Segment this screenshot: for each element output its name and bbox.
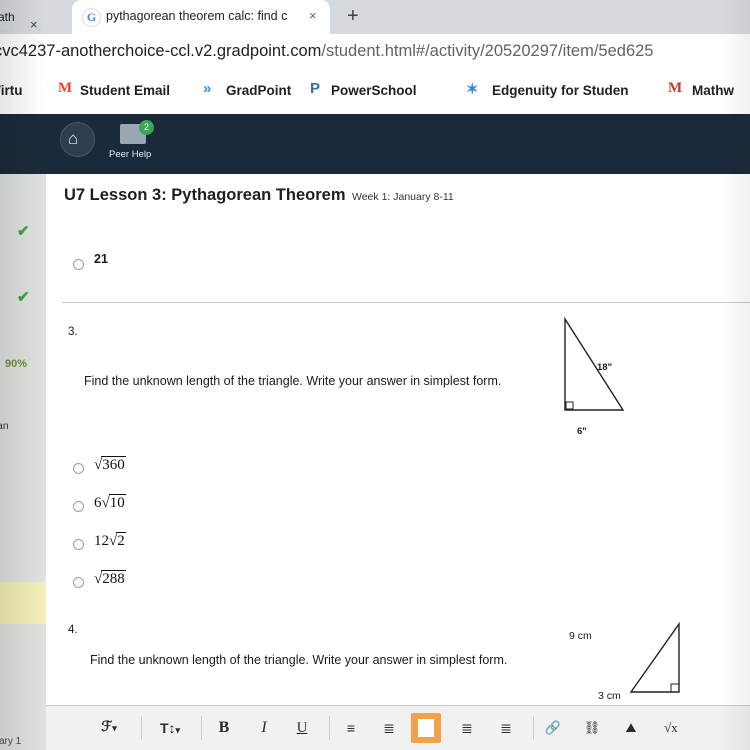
progress-percent: 90% <box>5 358 28 370</box>
home-icon: ⌂ <box>68 129 79 148</box>
bookmark-student-email[interactable]: Student Email <box>80 83 170 98</box>
check-icon: ✔ <box>17 223 30 240</box>
google-favicon-icon: G <box>82 8 101 27</box>
question-3-base-label: 6" <box>577 426 587 437</box>
url-domain: cvc4237-anotherchoice-ccl.v2.gradpoint.c… <box>0 42 322 60</box>
text-style-menu-button[interactable]: T↕▾ <box>151 714 189 742</box>
browser-tab-active[interactable]: G pythagorean theorem calc: find c × <box>72 0 330 34</box>
editor-toolbar: ℱ▾ T↕▾ B I U ≡ ≣ ≣ ≣ 🔗 ⛓ ⛰ √x <box>46 705 750 750</box>
remove-link-button[interactable]: ⛓ <box>579 714 605 742</box>
insert-equation-button[interactable]: √x <box>656 714 686 742</box>
bookmark-powerschool[interactable]: PowerSchool <box>331 83 417 98</box>
broken-link-icon: ⛓ <box>583 720 601 735</box>
italic-icon: I <box>261 719 267 736</box>
url-path: /student.html#/activity/20520297/item/5e… <box>321 42 654 60</box>
bulleted-list-button[interactable]: ≡ <box>338 714 364 742</box>
question-4-side-label: 9 cm <box>569 630 592 642</box>
gmail-icon: M <box>58 80 73 96</box>
radio-q3-option-3[interactable] <box>73 539 84 550</box>
underline-icon: U <box>296 720 308 736</box>
numbered-list-button[interactable]: ≣ <box>376 714 402 742</box>
question-3-number: 3. <box>68 326 78 338</box>
q3-option-2-coefficient: 6 <box>94 495 102 511</box>
question-4-base-label: 3 cm <box>598 690 621 702</box>
overflow-menu-icon[interactable]: ⋯ <box>0 22 14 39</box>
rail-highlight <box>0 582 46 624</box>
radio-q3-option-2[interactable] <box>73 501 84 512</box>
peer-help-label: Peer Help <box>109 149 152 160</box>
question-4-number: 4. <box>68 624 78 636</box>
underline-button[interactable]: U <box>289 714 315 742</box>
toolbar-separator <box>329 716 330 740</box>
text-size-icon: T↕ <box>159 720 176 736</box>
question-3-triangle-figure <box>564 316 625 411</box>
bookmark-mathway[interactable]: Mathw <box>692 83 734 98</box>
bold-button[interactable]: B <box>211 714 237 742</box>
rail-highlight-label: an <box>0 420 9 432</box>
bookmarks-bar: Virtu M Student Email » GradPoint P Powe… <box>0 72 750 115</box>
align-left-icon <box>418 719 434 737</box>
prev-option-label: 21 <box>94 252 108 266</box>
toolbar-separator <box>141 716 142 740</box>
rail-bottom-label: ary 1 <box>0 736 22 747</box>
new-tab-button[interactable]: + <box>347 5 359 28</box>
question-3-prompt: Find the unknown length of the triangle.… <box>84 374 502 388</box>
lesson-progress-rail <box>0 174 46 750</box>
bookmark-virtu[interactable]: Virtu <box>0 83 23 98</box>
image-icon: ⛰ <box>625 720 637 735</box>
question-4-prompt: Find the unknown length of the triangle.… <box>90 653 508 667</box>
align-center-button[interactable]: ≣ <box>454 714 480 742</box>
function-menu-button[interactable]: ℱ▾ <box>92 714 126 742</box>
powerschool-icon: P <box>310 80 321 97</box>
divider <box>62 302 750 303</box>
q3-option-2-label: 6√10 <box>94 494 126 511</box>
radio-q3-option-1[interactable] <box>73 463 84 474</box>
activity-content: U7 Lesson 3: Pythagorean Theorem Week 1:… <box>46 174 750 750</box>
align-right-icon: ≣ <box>500 720 512 736</box>
toolbar-separator <box>201 716 202 740</box>
q3-option-1-label: √360 <box>94 456 126 473</box>
question-3-hypotenuse-label: 18" <box>597 362 613 373</box>
edgenuity-icon: ✶ <box>466 81 479 98</box>
radio-q3-option-4[interactable] <box>73 577 84 588</box>
page-title: U7 Lesson 3: Pythagorean Theorem <box>64 186 346 204</box>
link-icon: 🔗 <box>544 720 562 735</box>
insert-image-button[interactable]: ⛰ <box>618 714 644 742</box>
align-center-icon: ≣ <box>461 720 473 736</box>
site-header <box>0 114 750 174</box>
screenshot-root: ath × G pythagorean theorem calc: find c… <box>0 0 750 750</box>
radio-prev-option[interactable] <box>73 259 84 270</box>
bookmark-gradpoint[interactable]: GradPoint <box>226 83 291 98</box>
check-icon: ✔ <box>17 289 30 306</box>
url-text: cvc4237-anotherchoice-ccl.v2.gradpoint.c… <box>0 42 653 61</box>
bold-icon: B <box>218 719 230 736</box>
align-right-button[interactable]: ≣ <box>493 714 519 742</box>
chevron-down-icon[interactable]: ▾ <box>36 24 42 37</box>
q3-option-3-coefficient: 12 <box>94 533 109 549</box>
bulleted-list-icon: ≡ <box>346 720 356 736</box>
chevron-down-icon: ▾ <box>112 723 117 733</box>
bookmark-edgenuity[interactable]: Edgenuity for Studen <box>492 83 629 98</box>
mathway-icon: M <box>668 80 683 96</box>
browser-tab-strip: ath × G pythagorean theorem calc: find c… <box>0 0 750 34</box>
lesson-week-label: Week 1: January 8-11 <box>352 191 454 203</box>
italic-button[interactable]: I <box>251 714 277 742</box>
function-icon: ℱ <box>101 720 113 735</box>
browser-tab-title: pythagorean theorem calc: find c <box>106 9 288 23</box>
toolbar-separator <box>533 716 534 740</box>
insert-link-button[interactable]: 🔗 <box>540 714 566 742</box>
gradpoint-icon: » <box>203 80 212 97</box>
numbered-list-icon: ≣ <box>383 720 395 736</box>
q3-option-4-label: √288 <box>94 570 126 587</box>
q3-option-3-label: 12√2 <box>94 532 126 549</box>
chevron-down-icon: ▾ <box>175 725 181 735</box>
close-icon[interactable]: × <box>309 8 317 23</box>
peer-help-badge: 2 <box>139 120 154 135</box>
equation-icon: √x <box>664 720 678 735</box>
browser-url-bar[interactable]: cvc4237-anotherchoice-ccl.v2.gradpoint.c… <box>0 34 750 72</box>
